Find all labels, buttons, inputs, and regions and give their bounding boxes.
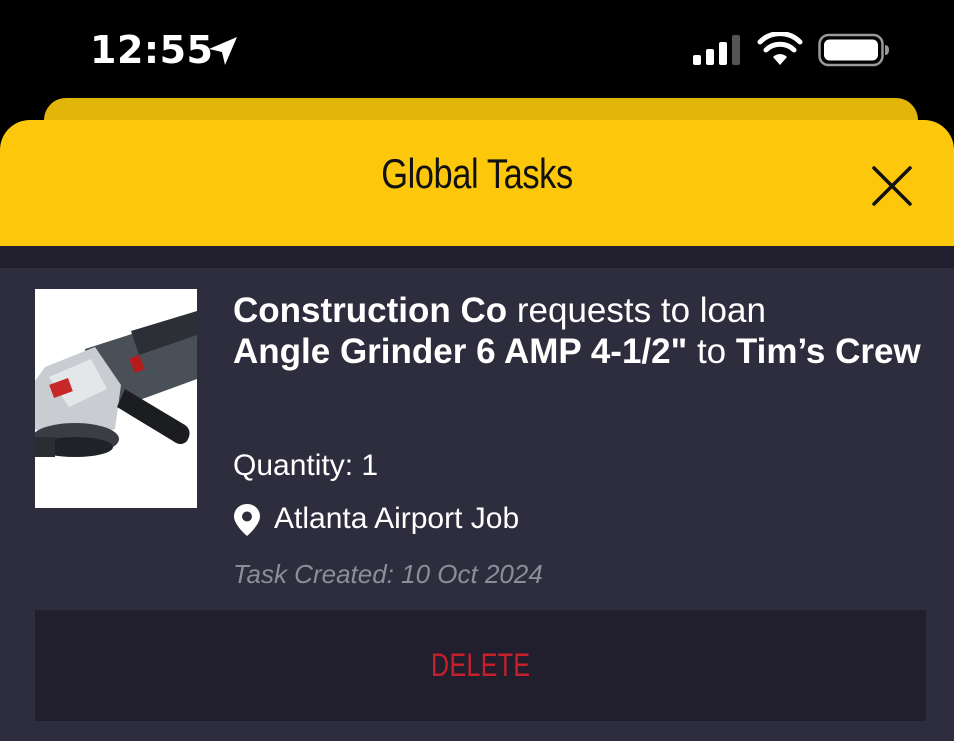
location-arrow-icon xyxy=(209,37,237,65)
connector-text: to xyxy=(696,332,727,371)
cellular-signal-icon xyxy=(693,35,740,65)
location-text: Atlanta Airport Job xyxy=(274,502,520,535)
battery-icon xyxy=(818,33,889,67)
quantity-text: Quantity: 1 xyxy=(233,449,379,482)
wifi-icon xyxy=(757,32,803,65)
item-name: Angle Grinder 6 AMP 4-1/2" xyxy=(233,332,688,371)
status-bar: 12:55 xyxy=(0,0,954,98)
delete-label: DELETE xyxy=(430,647,531,683)
header-separator xyxy=(0,246,954,268)
created-date: Task Created: 10 Oct 2024 xyxy=(233,559,543,589)
request-verb: requests to loan xyxy=(516,291,766,330)
product-image[interactable] xyxy=(35,289,197,508)
status-time: 12:55 xyxy=(90,28,214,72)
map-pin-icon xyxy=(234,504,260,536)
angle-grinder-icon xyxy=(35,311,197,457)
delete-button[interactable]: DELETE xyxy=(35,610,926,721)
requester-name: Construction Co xyxy=(233,291,508,330)
close-icon[interactable] xyxy=(866,160,918,212)
page-title: Global Tasks xyxy=(381,150,573,197)
recipient-name: Tim’s Crew xyxy=(735,332,921,371)
task-description: Construction Co requests to loan Angle G… xyxy=(233,290,923,372)
